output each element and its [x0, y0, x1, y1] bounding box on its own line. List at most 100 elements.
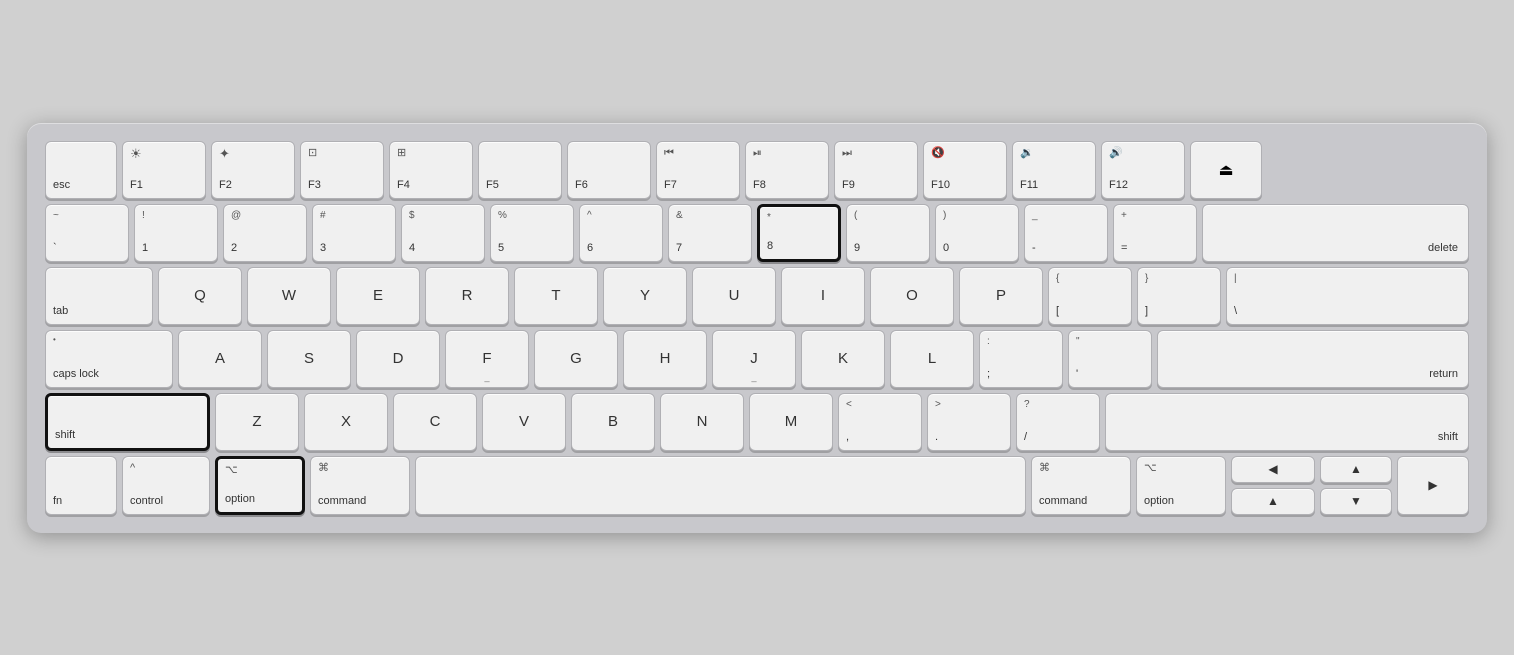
key-0[interactable]: ) 0	[935, 204, 1019, 262]
key-comma[interactable]: < ,	[838, 393, 922, 451]
key-p-label: P	[967, 273, 1035, 319]
key-u[interactable]: U	[692, 267, 776, 325]
key-minus[interactable]: _ -	[1024, 204, 1108, 262]
key-f11[interactable]: 🔉 F11	[1012, 141, 1096, 199]
key-bracket-close[interactable]: } ]	[1137, 267, 1221, 325]
key-capslock[interactable]: • caps lock	[45, 330, 173, 388]
key-f1[interactable]: ☀ F1	[122, 141, 206, 199]
key-period-top: >	[935, 399, 941, 410]
key-x[interactable]: X	[304, 393, 388, 451]
key-arrow-up-key[interactable]: ▲	[1320, 456, 1392, 483]
key-9[interactable]: ( 9	[846, 204, 930, 262]
key-arrow-right[interactable]: ▶	[1397, 456, 1469, 515]
key-n[interactable]: N	[660, 393, 744, 451]
key-y-label: Y	[611, 273, 679, 319]
key-arrow-up[interactable]: ▲	[1231, 488, 1315, 515]
key-f4-icon: ⊞	[397, 147, 406, 159]
key-s-label: S	[275, 336, 343, 382]
key-m[interactable]: M	[749, 393, 833, 451]
key-s[interactable]: S	[267, 330, 351, 388]
key-shift-left[interactable]: shift	[45, 393, 210, 451]
key-y[interactable]: Y	[603, 267, 687, 325]
key-eject[interactable]: ⏏	[1190, 141, 1262, 199]
key-f2[interactable]: ✦ F2	[211, 141, 295, 199]
key-backslash[interactable]: | \	[1226, 267, 1469, 325]
key-k[interactable]: K	[801, 330, 885, 388]
key-t-label: T	[522, 273, 590, 319]
key-option-right[interactable]: ⌥ option	[1136, 456, 1226, 515]
key-z[interactable]: Z	[215, 393, 299, 451]
key-1-label: 1	[142, 242, 148, 255]
key-c[interactable]: C	[393, 393, 477, 451]
key-delete[interactable]: delete	[1202, 204, 1469, 262]
key-f1-label: F1	[130, 179, 143, 192]
key-quote[interactable]: " '	[1068, 330, 1152, 388]
key-i[interactable]: I	[781, 267, 865, 325]
key-e[interactable]: E	[336, 267, 420, 325]
key-p[interactable]: P	[959, 267, 1043, 325]
key-semicolon[interactable]: : ;	[979, 330, 1063, 388]
key-f5[interactable]: F5	[478, 141, 562, 199]
key-f[interactable]: F _	[445, 330, 529, 388]
key-o[interactable]: O	[870, 267, 954, 325]
key-command-right[interactable]: ⌘ command	[1031, 456, 1131, 515]
key-f1-icon: ☀	[130, 147, 142, 161]
key-0-label: 0	[943, 242, 949, 255]
key-q-label: Q	[166, 273, 234, 319]
key-6[interactable]: ^ 6	[579, 204, 663, 262]
key-1[interactable]: ! 1	[134, 204, 218, 262]
key-z-label: Z	[223, 399, 291, 445]
key-8[interactable]: * 8	[757, 204, 841, 262]
key-v[interactable]: V	[482, 393, 566, 451]
key-g[interactable]: G	[534, 330, 618, 388]
key-fn[interactable]: fn	[45, 456, 117, 515]
key-r[interactable]: R	[425, 267, 509, 325]
key-7[interactable]: & 7	[668, 204, 752, 262]
key-arrow-left[interactable]: ◀	[1231, 456, 1315, 483]
key-control-left[interactable]: ^ control	[122, 456, 210, 515]
key-b[interactable]: B	[571, 393, 655, 451]
key-f3-label: F3	[308, 179, 321, 192]
key-f10[interactable]: 🔇 F10	[923, 141, 1007, 199]
key-tab[interactable]: tab	[45, 267, 153, 325]
key-f12-icon: 🔊	[1109, 147, 1123, 159]
key-4[interactable]: $ 4	[401, 204, 485, 262]
key-esc[interactable]: esc	[45, 141, 117, 199]
key-equals[interactable]: + =	[1113, 204, 1197, 262]
key-space[interactable]	[415, 456, 1026, 515]
key-f8[interactable]: ⏯ F8	[745, 141, 829, 199]
key-t[interactable]: T	[514, 267, 598, 325]
key-h[interactable]: H	[623, 330, 707, 388]
key-w[interactable]: W	[247, 267, 331, 325]
key-slash[interactable]: ? /	[1016, 393, 1100, 451]
key-2[interactable]: @ 2	[223, 204, 307, 262]
key-backtick[interactable]: ~ `	[45, 204, 129, 262]
key-f4[interactable]: ⊞ F4	[389, 141, 473, 199]
key-f6[interactable]: F6	[567, 141, 651, 199]
key-f9[interactable]: ⏭ F9	[834, 141, 918, 199]
key-shift-right[interactable]: shift	[1105, 393, 1469, 451]
key-3[interactable]: # 3	[312, 204, 396, 262]
key-x-label: X	[312, 399, 380, 445]
arrow-right-group: ▲ ▼ ▶	[1320, 456, 1469, 515]
key-arrow-down-key[interactable]: ▼	[1320, 488, 1392, 515]
key-return[interactable]: return	[1157, 330, 1469, 388]
key-a[interactable]: A	[178, 330, 262, 388]
key-f12[interactable]: 🔊 F12	[1101, 141, 1185, 199]
key-l[interactable]: L	[890, 330, 974, 388]
key-command-left[interactable]: ⌘ command	[310, 456, 410, 515]
key-option-left[interactable]: ⌥ option	[215, 456, 305, 515]
key-5[interactable]: % 5	[490, 204, 574, 262]
key-d[interactable]: D	[356, 330, 440, 388]
key-f9-label: F9	[842, 179, 855, 192]
key-option-right-label: option	[1144, 495, 1174, 508]
key-backtick-label: `	[53, 242, 57, 255]
key-f3[interactable]: ⊡ F3	[300, 141, 384, 199]
key-period[interactable]: > .	[927, 393, 1011, 451]
key-f7[interactable]: ⏮ F7	[656, 141, 740, 199]
key-q[interactable]: Q	[158, 267, 242, 325]
key-j[interactable]: J _	[712, 330, 796, 388]
key-bracket-open[interactable]: { [	[1048, 267, 1132, 325]
key-f6-label: F6	[575, 179, 588, 192]
key-tab-label: tab	[53, 305, 68, 318]
